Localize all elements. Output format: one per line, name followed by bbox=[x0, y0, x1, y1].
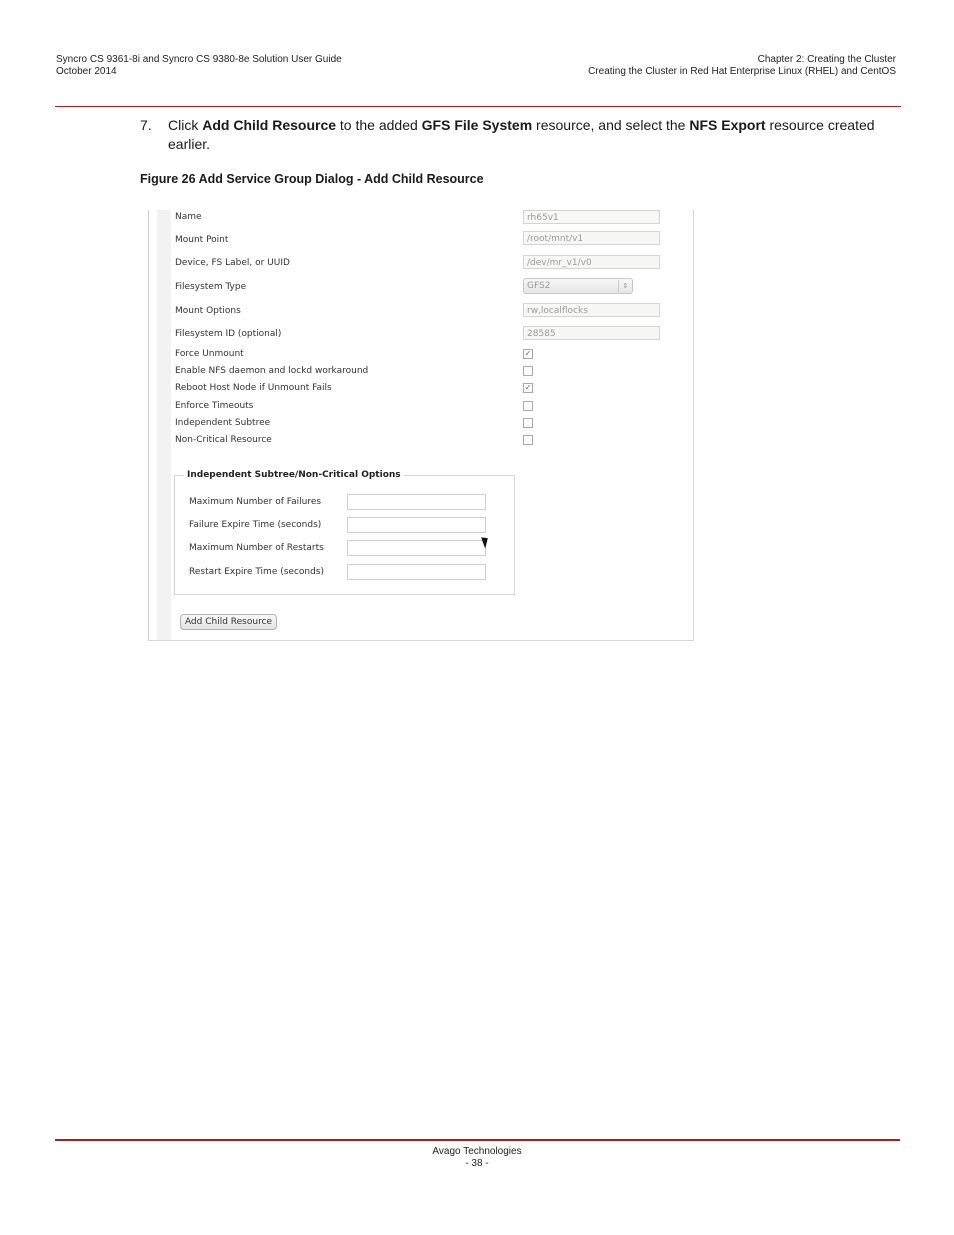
step-emphasis-add-child-resource: Add Child Resource bbox=[202, 117, 337, 133]
document-date: October 2014 bbox=[56, 66, 117, 77]
step-text-part: Click bbox=[168, 117, 203, 133]
footer-company: Avago Technologies bbox=[432, 1146, 522, 1157]
force-unmount-checkbox[interactable]: ✓ bbox=[523, 349, 533, 359]
footer-rule bbox=[55, 1139, 900, 1141]
filesystem-id-field[interactable]: 28585 bbox=[523, 326, 660, 340]
label-non-critical: Non-Critical Resource bbox=[175, 435, 272, 445]
label-device: Device, FS Label, or UUID bbox=[175, 258, 290, 268]
label-independent-subtree: Independent Subtree bbox=[175, 418, 271, 428]
step-text: Click Add Child Resource to the added GF… bbox=[168, 116, 898, 154]
label-filesystem-type: Filesystem Type bbox=[175, 282, 247, 292]
non-critical-checkbox[interactable] bbox=[523, 435, 533, 445]
failure-expire-field[interactable] bbox=[347, 517, 486, 533]
label-nfs-workaround: Enable NFS daemon and lockd workaround bbox=[175, 366, 369, 376]
label-max-failures: Maximum Number of Failures bbox=[189, 497, 322, 507]
name-field[interactable]: rh65v1 bbox=[523, 210, 660, 224]
reboot-host-checkbox[interactable]: ✓ bbox=[523, 383, 533, 393]
restart-expire-field[interactable] bbox=[347, 564, 486, 580]
page-number: - 38 - bbox=[465, 1158, 489, 1169]
step-text-part: to the added bbox=[336, 117, 422, 133]
header-right: Chapter 2: Creating the Cluster Creating… bbox=[588, 54, 896, 78]
step-text-part: resource, and select the bbox=[532, 117, 690, 133]
dialog-screenshot: Name rh65v1 Mount Point /root/mnt/v1 Dev… bbox=[148, 210, 694, 641]
select-arrows-icon: ⇕ bbox=[618, 280, 632, 292]
nfs-workaround-checkbox[interactable] bbox=[523, 366, 533, 376]
device-field[interactable]: /dev/mr_v1/v0 bbox=[523, 255, 660, 269]
label-name: Name bbox=[175, 212, 202, 222]
section-title: Creating the Cluster in Red Hat Enterpri… bbox=[588, 66, 896, 77]
max-failures-field[interactable] bbox=[347, 494, 486, 510]
frame-border bbox=[148, 210, 149, 640]
document-title: Syncro CS 9361-8i and Syncro CS 9380-8e … bbox=[56, 54, 342, 65]
chapter-title: Chapter 2: Creating the Cluster bbox=[757, 54, 896, 65]
max-restarts-field[interactable] bbox=[347, 540, 486, 556]
header-left: Syncro CS 9361-8i and Syncro CS 9380-8e … bbox=[56, 54, 342, 78]
label-force-unmount: Force Unmount bbox=[175, 349, 244, 359]
header-rule bbox=[55, 106, 901, 107]
options-fieldset-title: Independent Subtree/Non-Critical Options bbox=[184, 470, 404, 480]
footer: Avago Technologies - 38 - bbox=[0, 1146, 954, 1170]
filesystem-type-select[interactable]: GFS2 ⇕ bbox=[523, 278, 633, 294]
enforce-timeouts-checkbox[interactable] bbox=[523, 401, 533, 411]
step-number: 7. bbox=[140, 117, 152, 133]
independent-subtree-checkbox[interactable] bbox=[523, 418, 533, 428]
label-mount-options: Mount Options bbox=[175, 306, 241, 316]
step-emphasis-gfs-file-system: GFS File System bbox=[421, 117, 533, 133]
step-emphasis-nfs-export: NFS Export bbox=[689, 117, 766, 133]
mount-options-field[interactable]: rw,localflocks bbox=[523, 303, 660, 317]
frame-gutter bbox=[157, 210, 171, 640]
mount-point-field[interactable]: /root/mnt/v1 bbox=[523, 231, 660, 245]
figure-caption: Figure 26 Add Service Group Dialog - Add… bbox=[140, 172, 484, 186]
label-filesystem-id: Filesystem ID (optional) bbox=[175, 329, 282, 339]
label-max-restarts: Maximum Number of Restarts bbox=[189, 543, 324, 553]
label-reboot-host: Reboot Host Node if Unmount Fails bbox=[175, 383, 332, 393]
label-mount-point: Mount Point bbox=[175, 235, 229, 245]
label-restart-expire: Restart Expire Time (seconds) bbox=[189, 567, 325, 577]
label-enforce-timeouts: Enforce Timeouts bbox=[175, 401, 254, 411]
add-child-resource-button[interactable]: Add Child Resource bbox=[180, 614, 277, 630]
label-failure-expire: Failure Expire Time (seconds) bbox=[189, 520, 322, 530]
filesystem-type-value: GFS2 bbox=[527, 281, 551, 291]
